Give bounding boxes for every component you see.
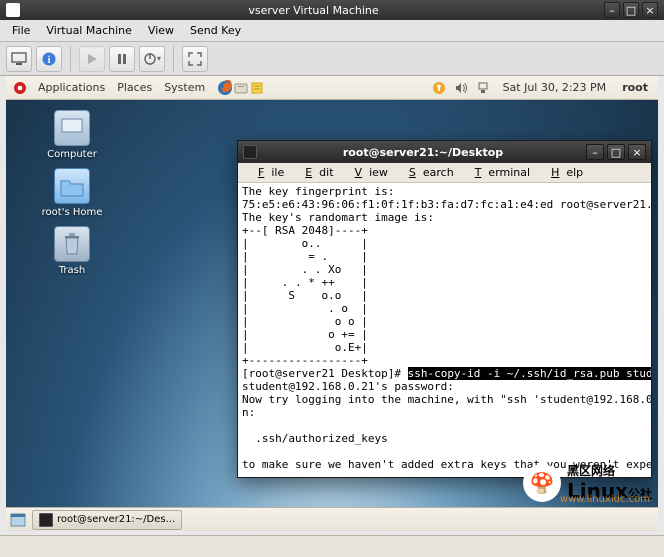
vm-menu-file[interactable]: File — [4, 22, 38, 39]
terminal-output-post: student@192.168.0.21's password: Now try… — [242, 380, 651, 477]
show-desktop-button[interactable] — [10, 512, 26, 528]
terminal-menu-view[interactable]: View — [341, 166, 395, 179]
desktop-icon-trash[interactable]: Trash — [38, 226, 106, 276]
vm-minimize-button[interactable]: – — [604, 2, 620, 18]
vm-menu-view[interactable]: View — [140, 22, 182, 39]
vm-toolbar-info-button[interactable]: i — [36, 46, 62, 72]
trash-icon — [54, 226, 90, 262]
power-icon — [143, 52, 157, 66]
terminal-body[interactable]: The key fingerprint is: 75:e5:e6:43:96:0… — [238, 183, 651, 477]
terminal-titlebar[interactable]: root@server21:~/Desktop – □ × — [238, 141, 651, 163]
desktop-icon-label: Trash — [59, 265, 85, 276]
gnome-menu-system[interactable]: System — [158, 81, 211, 94]
vm-menu-send-key[interactable]: Send Key — [182, 22, 249, 39]
vm-app-icon — [6, 3, 20, 17]
taskbar-item-terminal[interactable]: root@server21:~/Des... — [32, 510, 182, 530]
terminal-maximize-button[interactable]: □ — [607, 144, 625, 160]
vm-menu-virtual-machine[interactable]: Virtual Machine — [38, 22, 140, 39]
taskbar-item-label: root@server21:~/Des... — [57, 514, 175, 525]
distro-icon[interactable] — [12, 80, 28, 96]
info-icon: i — [41, 51, 57, 67]
nautilus-icon[interactable] — [233, 80, 249, 96]
monitor-icon — [11, 52, 27, 66]
terminal-menu-edit[interactable]: Edit — [291, 166, 340, 179]
clock-label[interactable]: Sat Jul 30, 2:23 PM — [497, 81, 613, 94]
terminal-small-icon — [39, 513, 53, 527]
terminal-highlighted-command: ssh-copy-id -i ~/.ssh/id_rsa.pub student… — [408, 367, 651, 380]
watermark-tag: 公社 — [628, 487, 652, 501]
terminal-menu-help[interactable]: Help — [537, 166, 590, 179]
terminal-menu-search[interactable]: Search — [395, 166, 461, 179]
terminal-window: root@server21:~/Desktop – □ × File Edit … — [237, 140, 652, 478]
vm-toolbar-console-button[interactable] — [6, 46, 32, 72]
notes-icon[interactable] — [249, 80, 265, 96]
terminal-minimize-button[interactable]: – — [586, 144, 604, 160]
terminal-menu-terminal[interactable]: Terminal — [461, 166, 537, 179]
guest-display: Applications Places System Sat Jul 30, 2… — [6, 76, 658, 531]
firefox-icon[interactable] — [217, 80, 233, 96]
desktop-icon-computer[interactable]: Computer — [38, 110, 106, 160]
vm-statusbar — [0, 535, 664, 557]
system-tray: Sat Jul 30, 2:23 PM root — [431, 80, 652, 96]
watermark-main: Linux — [567, 479, 628, 503]
gnome-bottom-panel: root@server21:~/Des... — [6, 507, 658, 531]
folder-home-icon — [54, 168, 90, 204]
vm-toolbar-power-button[interactable]: ▾ — [139, 46, 165, 72]
vm-toolbar-fullscreen-button[interactable] — [182, 46, 208, 72]
vm-toolbar-play-button[interactable] — [79, 46, 105, 72]
pause-icon — [116, 53, 128, 65]
gnome-top-panel: Applications Places System Sat Jul 30, 2… — [6, 76, 658, 100]
terminal-close-button[interactable]: × — [628, 144, 646, 160]
terminal-menubar: File Edit View Search Terminal Help — [238, 163, 651, 183]
svg-text:i: i — [48, 55, 51, 66]
watermark-sub: www.linuxidc.com — [560, 494, 650, 505]
desktop-icon-label: Computer — [47, 149, 97, 160]
vm-toolbar-pause-button[interactable] — [109, 46, 135, 72]
update-icon[interactable] — [431, 80, 447, 96]
vm-maximize-button[interactable]: □ — [623, 2, 639, 18]
terminal-title: root@server21:~/Desktop — [263, 146, 583, 159]
volume-icon[interactable] — [453, 80, 469, 96]
user-label[interactable]: root — [618, 81, 652, 94]
toolbar-separator — [70, 46, 71, 72]
play-icon — [86, 53, 98, 65]
network-icon[interactable] — [475, 80, 491, 96]
vm-close-button[interactable]: × — [642, 2, 658, 18]
fullscreen-icon — [188, 52, 202, 66]
terminal-menu-file[interactable]: File — [244, 166, 291, 179]
computer-icon — [54, 110, 90, 146]
toolbar-separator — [173, 46, 174, 72]
gnome-menu-places[interactable]: Places — [111, 81, 158, 94]
vm-titlebar: vserver Virtual Machine – □ × — [0, 0, 664, 20]
desktop-icon-home[interactable]: root's Home — [38, 168, 106, 218]
terminal-output-pre: The key fingerprint is: 75:e5:e6:43:96:0… — [242, 185, 651, 380]
desktop-icon-label: root's Home — [42, 207, 103, 218]
vm-toolbar: i ▾ — [0, 42, 664, 76]
gnome-menu-applications[interactable]: Applications — [32, 81, 111, 94]
vm-menubar: File Virtual Machine View Send Key — [0, 20, 664, 42]
vm-window-title: vserver Virtual Machine — [26, 4, 601, 17]
terminal-icon — [243, 145, 257, 159]
